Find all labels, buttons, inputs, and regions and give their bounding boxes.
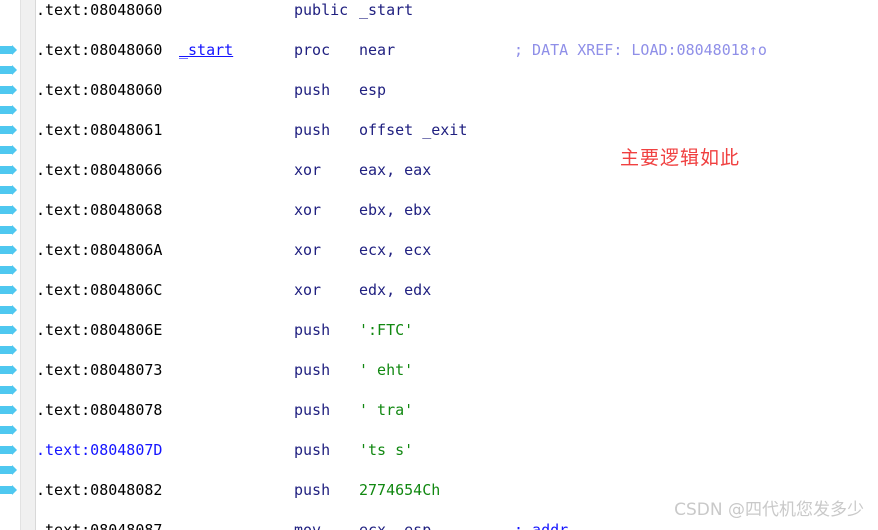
instruction-comment: ; addr (514, 521, 569, 530)
instruction-operands[interactable]: ecx, esp (359, 520, 431, 530)
arrow-right-marker-icon (0, 365, 17, 375)
instruction-mnemonic[interactable]: xor (294, 200, 321, 220)
instruction-mnemonic[interactable]: mov (294, 520, 321, 530)
instruction-mnemonic[interactable]: push (294, 80, 330, 100)
instruction-mnemonic[interactable]: public (294, 0, 348, 20)
disassembly-row[interactable]: .text:08048078 push ' tra' (36, 400, 878, 420)
disassembly-row[interactable]: .text:08048061 push offset _exit (36, 120, 878, 140)
address-label: .text:0804806C (36, 281, 163, 299)
arrow-right-marker-icon (0, 165, 17, 175)
address-label: .text:08048061 (36, 121, 163, 139)
arrow-right-marker-icon (0, 305, 17, 315)
disassembly-row[interactable]: .text:08048087 mov ecx, esp ; addr (36, 520, 878, 530)
instruction-operands[interactable]: near (359, 40, 395, 60)
gutter-divider (20, 0, 36, 530)
instruction-operands[interactable]: 'ts s' (359, 440, 413, 460)
instruction-mnemonic[interactable]: push (294, 120, 330, 140)
arrow-right-marker-icon (0, 325, 17, 335)
arrow-right-marker-icon (0, 265, 17, 275)
address-label: .text:08048066 (36, 161, 163, 179)
arrow-right-marker-icon (0, 225, 17, 235)
arrow-right-marker-icon (0, 345, 17, 355)
disassembly-row[interactable]: .text:0804806E push ':FTC' (36, 320, 878, 340)
instruction-operands[interactable]: ':FTC' (359, 320, 413, 340)
disassembly-row[interactable]: .text:08048066 xor eax, eax (36, 160, 878, 180)
disassembly-row[interactable]: .text:0804806A xor ecx, ecx (36, 240, 878, 260)
disassembly-row[interactable]: .text:08048073 push ' eht' (36, 360, 878, 380)
address-current: .text:0804807D (36, 441, 163, 459)
arrow-right-marker-icon (0, 145, 17, 155)
disassembly-row[interactable]: .text:08048060 public _start (36, 0, 878, 20)
disassembly-row[interactable]: .text:08048068 xor ebx, ebx (36, 200, 878, 220)
instruction-operands[interactable]: _start (359, 0, 413, 20)
address-label: .text:08048060 (36, 1, 163, 19)
arrow-right-marker-icon (0, 405, 17, 415)
disassembly-row[interactable]: .text:0804806C xor edx, edx (36, 280, 878, 300)
instruction-operands[interactable]: esp (359, 80, 386, 100)
arrow-right-marker-icon (0, 85, 17, 95)
arrow-right-marker-icon (0, 385, 17, 395)
disassembly-listing[interactable]: .text:08048060 public _start .text:08048060… (36, 0, 878, 530)
disassembly-row[interactable]: .text:0804807D push 'ts s' (36, 440, 878, 460)
arrow-right-marker-icon (0, 205, 17, 215)
arrow-right-marker-icon (0, 425, 17, 435)
disassembly-row[interactable]: .text:08048060 _start proc near ; DATA XREF:… (36, 40, 878, 60)
arrow-right-marker-icon (0, 185, 17, 195)
xref-comment: ; DATA XREF: LOAD:08048018↑o (514, 41, 767, 59)
arrow-right-marker-icon (0, 485, 17, 495)
arrow-right-marker-icon (0, 45, 17, 55)
arrow-right-marker-icon (0, 65, 17, 75)
arrow-right-marker-icon (0, 105, 17, 115)
address-label: .text:08048078 (36, 401, 163, 419)
instruction-mnemonic[interactable]: xor (294, 280, 321, 300)
csdn-watermark: CSDN @四代机您发多少 (674, 500, 864, 520)
ida-disassembly-view: .text:08048060 public _start .text:08048060… (0, 0, 878, 530)
arrow-gutter[interactable] (0, 0, 20, 530)
instruction-operands[interactable]: 2774654Ch (359, 480, 440, 500)
arrow-right-marker-icon (0, 445, 17, 455)
instruction-operands[interactable]: ' tra' (359, 400, 413, 420)
address-label: .text:08048082 (36, 481, 163, 499)
instruction-operands[interactable]: edx, edx (359, 280, 431, 300)
arrow-right-marker-icon (0, 125, 17, 135)
address-label: .text:08048073 (36, 361, 163, 379)
arrow-right-marker-icon (0, 465, 17, 475)
instruction-operands[interactable]: ecx, ecx (359, 240, 431, 260)
instruction-operands[interactable]: eax, eax (359, 160, 431, 180)
address-label: .text:0804806E (36, 321, 163, 339)
address-label: .text:08048060 (36, 81, 163, 99)
arrow-right-marker-icon (0, 245, 17, 255)
instruction-mnemonic[interactable]: push (294, 480, 330, 500)
arrow-right-marker-icon (0, 285, 17, 295)
instruction-mnemonic[interactable]: push (294, 400, 330, 420)
instruction-mnemonic[interactable]: push (294, 440, 330, 460)
instruction-mnemonic[interactable]: push (294, 360, 330, 380)
instruction-mnemonic[interactable]: xor (294, 240, 321, 260)
instruction-operands[interactable]: ebx, ebx (359, 200, 431, 220)
instruction-mnemonic[interactable]: xor (294, 160, 321, 180)
address-label: .text:0804806A (36, 241, 163, 259)
address-label: .text:08048087 (36, 521, 163, 530)
instruction-operands[interactable]: ' eht' (359, 360, 413, 380)
instruction-mnemonic[interactable]: proc (294, 40, 330, 60)
disassembly-row[interactable]: .text:08048060 push esp (36, 80, 878, 100)
red-annotation-text: 主要逻辑如此 (620, 147, 741, 169)
instruction-operands[interactable]: offset _exit (359, 120, 467, 140)
address-label: .text:08048060 (36, 41, 163, 59)
instruction-mnemonic[interactable]: push (294, 320, 330, 340)
address-label: .text:08048068 (36, 201, 163, 219)
function-label-link[interactable]: _start (179, 40, 233, 60)
